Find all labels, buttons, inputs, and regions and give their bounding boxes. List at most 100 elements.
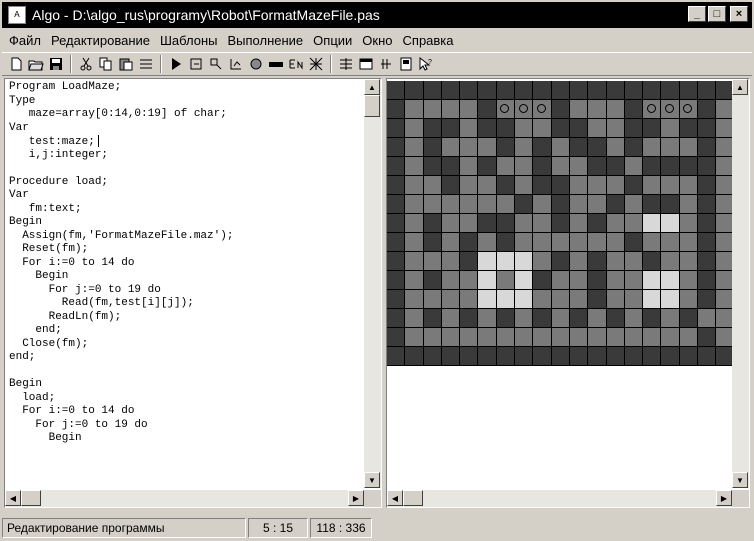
code-line[interactable]: Var: [9, 189, 361, 203]
maze-cell-marked: [478, 252, 497, 271]
code-line[interactable]: end;: [9, 351, 361, 365]
scroll-right-icon[interactable]: ▶: [348, 490, 364, 506]
maze-cell-wall: [661, 195, 680, 214]
menu-run[interactable]: Выполнение: [223, 33, 309, 48]
maze-cell-floor: [624, 328, 644, 347]
save-file-icon[interactable]: [46, 54, 66, 74]
code-line[interactable]: ReadLn(fm);: [9, 311, 361, 325]
maze-cell-wall: [515, 347, 534, 366]
code-line[interactable]: maze=array[0:14,0:19] of char;: [9, 108, 361, 122]
step-into-icon[interactable]: [186, 54, 206, 74]
cut-icon[interactable]: [76, 54, 96, 74]
maze-hscroll-thumb[interactable]: [403, 490, 423, 506]
maze-vertical-scrollbar[interactable]: ▲ ▼: [732, 79, 749, 488]
code-line[interactable]: For j:=0 to 19 do: [9, 284, 361, 298]
code-line[interactable]: fm:text;: [9, 203, 361, 217]
maze-cell-floor: [423, 252, 442, 271]
menu-templates[interactable]: Шаблоны: [155, 33, 223, 48]
code-line[interactable]: test:maze;: [9, 135, 361, 149]
code-line[interactable]: [9, 162, 361, 176]
menu-help[interactable]: Справка: [398, 33, 459, 48]
step-over-icon[interactable]: [206, 54, 226, 74]
editor-vscroll-thumb[interactable]: [364, 95, 380, 117]
scroll-up-icon[interactable]: ▲: [364, 79, 380, 95]
maze-cell-floor: [679, 176, 699, 195]
maze-cell-floor: [460, 138, 479, 157]
stop-icon[interactable]: [246, 54, 266, 74]
scroll-up-icon[interactable]: ▲: [732, 79, 748, 95]
editor-horizontal-scrollbar[interactable]: ◀ ▶: [5, 490, 364, 507]
help-cursor-icon[interactable]: ?: [416, 54, 436, 74]
scroll-down-icon[interactable]: ▼: [364, 472, 380, 488]
code-line[interactable]: Var: [9, 122, 361, 136]
code-line[interactable]: end;: [9, 324, 361, 338]
template-icon[interactable]: [136, 54, 156, 74]
code-line[interactable]: For i:=0 to 14 do: [9, 405, 361, 419]
menu-options[interactable]: Опции: [308, 33, 357, 48]
maze-cell-wall: [423, 309, 442, 328]
grid-icon[interactable]: [306, 54, 326, 74]
maze-view: ▲ ▼ ◀ ▶: [386, 78, 750, 508]
maximize-button[interactable]: □: [708, 6, 726, 22]
code-line[interactable]: Type: [9, 95, 361, 109]
code-line[interactable]: Assign(fm,'FormatMazeFile.maz');: [9, 230, 361, 244]
maze-cell-floor: [478, 309, 497, 328]
title-bar[interactable]: A Algo - D:\algo_rus\programy\Robot\Form…: [2, 2, 752, 28]
editor-hscroll-thumb[interactable]: [21, 490, 41, 506]
maze-cell-robot-target: [496, 100, 516, 119]
menu-edit[interactable]: Редактирование: [46, 33, 155, 48]
code-line[interactable]: i,j:integer;: [9, 149, 361, 163]
run-icon[interactable]: [166, 54, 186, 74]
maze-cell-marked: [643, 290, 662, 309]
code-line[interactable]: load;: [9, 392, 361, 406]
maze-cell-wall: [698, 328, 717, 347]
paste-icon[interactable]: [116, 54, 136, 74]
code-line[interactable]: Begin: [9, 432, 361, 446]
app-icon[interactable]: A: [8, 6, 26, 24]
code-line[interactable]: Begin: [9, 378, 361, 392]
scroll-down-icon[interactable]: ▼: [732, 472, 748, 488]
code-line[interactable]: Begin: [9, 270, 361, 284]
close-button[interactable]: ×: [730, 6, 748, 22]
maze-cell-wall: [496, 119, 516, 138]
trace-icon[interactable]: [226, 54, 246, 74]
code-line[interactable]: Program LoadMaze;: [9, 81, 361, 95]
maze-cell-wall: [387, 233, 406, 252]
code-line[interactable]: Reset(fm);: [9, 243, 361, 257]
code-line[interactable]: Close(fm);: [9, 338, 361, 352]
scroll-right-icon[interactable]: ▶: [716, 490, 732, 506]
scroll-left-icon[interactable]: ◀: [387, 490, 403, 506]
maze-cell-floor: [569, 252, 589, 271]
open-file-icon[interactable]: [26, 54, 46, 74]
color-bar-icon[interactable]: [266, 54, 286, 74]
book-icon[interactable]: [396, 54, 416, 74]
maze-cell-wall: [588, 81, 607, 100]
window-icon[interactable]: [356, 54, 376, 74]
maze-cell-wall: [698, 157, 717, 176]
split-icon[interactable]: [376, 54, 396, 74]
compile-icon[interactable]: [336, 54, 356, 74]
code-line[interactable]: For j:=0 to 19 do: [9, 419, 361, 433]
editor-vertical-scrollbar[interactable]: ▲ ▼: [364, 79, 381, 488]
code-line[interactable]: For i:=0 to 14 do: [9, 257, 361, 271]
minimize-button[interactable]: _: [688, 6, 706, 22]
code-text-area[interactable]: Program LoadMaze; Type maze=array[0:14,0:…: [9, 81, 361, 485]
code-line[interactable]: Procedure load;: [9, 176, 361, 190]
maze-cell-floor: [405, 119, 424, 138]
maze-cell-wall: [588, 252, 607, 271]
maze-cell-floor: [569, 233, 589, 252]
code-line[interactable]: Read(fm,test[i][j]);: [9, 297, 361, 311]
target-circle-icon: [518, 104, 528, 113]
language-icon[interactable]: [286, 54, 306, 74]
maze-cell-floor: [460, 195, 479, 214]
code-line[interactable]: Begin: [9, 216, 361, 230]
code-editor[interactable]: Program LoadMaze; Type maze=array[0:14,0:…: [4, 78, 382, 508]
menu-window[interactable]: Окно: [357, 33, 397, 48]
scroll-left-icon[interactable]: ◀: [5, 490, 21, 506]
code-line[interactable]: [9, 365, 361, 379]
maze-horizontal-scrollbar[interactable]: ◀ ▶: [387, 490, 732, 507]
new-file-icon[interactable]: [6, 54, 26, 74]
menu-file[interactable]: Файл: [4, 33, 46, 48]
copy-icon[interactable]: [96, 54, 116, 74]
maze-cell-floor: [423, 290, 442, 309]
